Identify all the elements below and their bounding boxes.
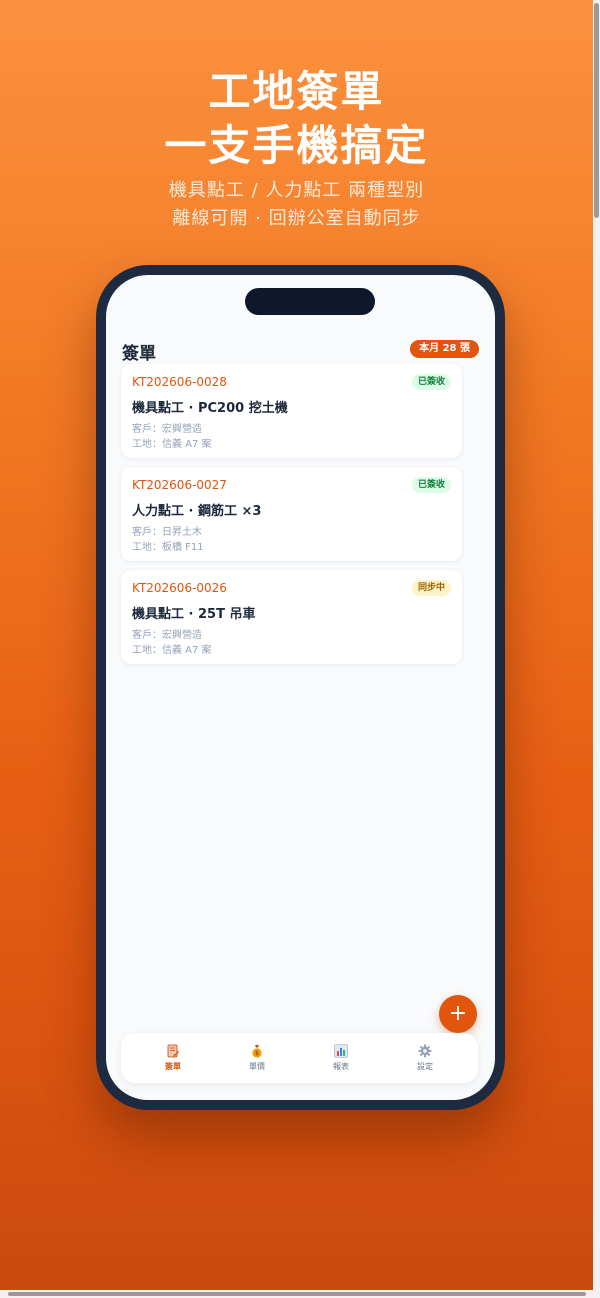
money-bag-icon: $ <box>252 1045 262 1058</box>
vertical-scrollbar[interactable] <box>593 0 600 1290</box>
ticket-site: 工地：信義 A7 案 <box>132 439 212 450</box>
month-count-badge: 本月 28 張 <box>410 340 479 358</box>
ticket-code: KT202606-0027 <box>132 478 227 492</box>
hero-subtitle-line2: 離線可開 · 回辦公室自動同步 <box>172 208 421 229</box>
hero-title-line2: 一支手機搞定 <box>164 121 429 170</box>
ticket-card[interactable]: KT202606-0027 已簽收 人力點工 · 鋼筋工 ×3 客戶：日昇土木 … <box>121 467 462 561</box>
hero-subtitle-line1: 機具點工 / 人力點工 兩種型別 <box>168 180 425 201</box>
tab-label: 報表 <box>333 1062 349 1071</box>
tab-reports[interactable]: 報表 <box>311 1033 371 1083</box>
ticket-card[interactable]: KT202606-0026 同步中 機具點工 · 25T 吊車 客戶：宏興營造 … <box>121 570 462 664</box>
horizontal-scrollbar[interactable] <box>0 1290 600 1298</box>
tab-tickets[interactable]: 簽單 <box>143 1033 203 1083</box>
page-title: 簽單 <box>122 344 156 364</box>
ticket-name: 人力點工 · 鋼筋工 ×3 <box>132 504 262 519</box>
bottom-tab-bar: 簽單 $ 單價 報表 設定 <box>121 1033 478 1083</box>
document-edit-icon <box>167 1044 179 1058</box>
tab-label: 設定 <box>417 1062 433 1071</box>
gear-icon <box>418 1044 432 1058</box>
ticket-card[interactable]: KT202606-0028 已簽收 機具點工 · PC200 挖土機 客戶：宏興… <box>121 364 462 458</box>
status-badge: 已簽收 <box>411 477 451 493</box>
tab-settings[interactable]: 設定 <box>395 1033 455 1083</box>
dynamic-island <box>245 288 375 315</box>
horizontal-scrollbar-thumb[interactable] <box>8 1292 586 1296</box>
svg-text:$: $ <box>255 1050 259 1057</box>
ticket-name: 機具點工 · PC200 挖土機 <box>132 401 288 416</box>
status-badge: 同步中 <box>411 580 451 596</box>
tab-label: 單價 <box>249 1062 265 1071</box>
tab-unit-price[interactable]: $ 單價 <box>227 1033 287 1083</box>
hero-title-line1: 工地簽單 <box>208 67 385 116</box>
ticket-site: 工地：板橋 F11 <box>132 542 204 553</box>
ticket-code: KT202606-0028 <box>132 375 227 389</box>
phone-frame: 簽單 本月 28 張 KT202606-0028 已簽收 機具點工 · PC20… <box>96 265 505 1110</box>
ticket-client: 客戶：宏興營造 <box>132 630 202 641</box>
status-badge: 已簽收 <box>411 374 451 390</box>
bar-chart-icon <box>334 1044 348 1058</box>
ticket-site: 工地：信義 A7 案 <box>132 645 212 656</box>
hero-background: 工地簽單 一支手機搞定 機具點工 / 人力點工 兩種型別 離線可開 · 回辦公室… <box>0 0 593 1290</box>
tab-label: 簽單 <box>165 1062 181 1071</box>
ticket-name: 機具點工 · 25T 吊車 <box>132 607 256 622</box>
vertical-scrollbar-thumb[interactable] <box>594 3 599 218</box>
ticket-client: 客戶：日昇土木 <box>132 527 202 538</box>
phone-screen: 簽單 本月 28 張 KT202606-0028 已簽收 機具點工 · PC20… <box>106 275 495 1100</box>
add-ticket-button[interactable]: + <box>439 995 477 1033</box>
ticket-code: KT202606-0026 <box>132 581 227 595</box>
ticket-client: 客戶：宏興營造 <box>132 424 202 435</box>
